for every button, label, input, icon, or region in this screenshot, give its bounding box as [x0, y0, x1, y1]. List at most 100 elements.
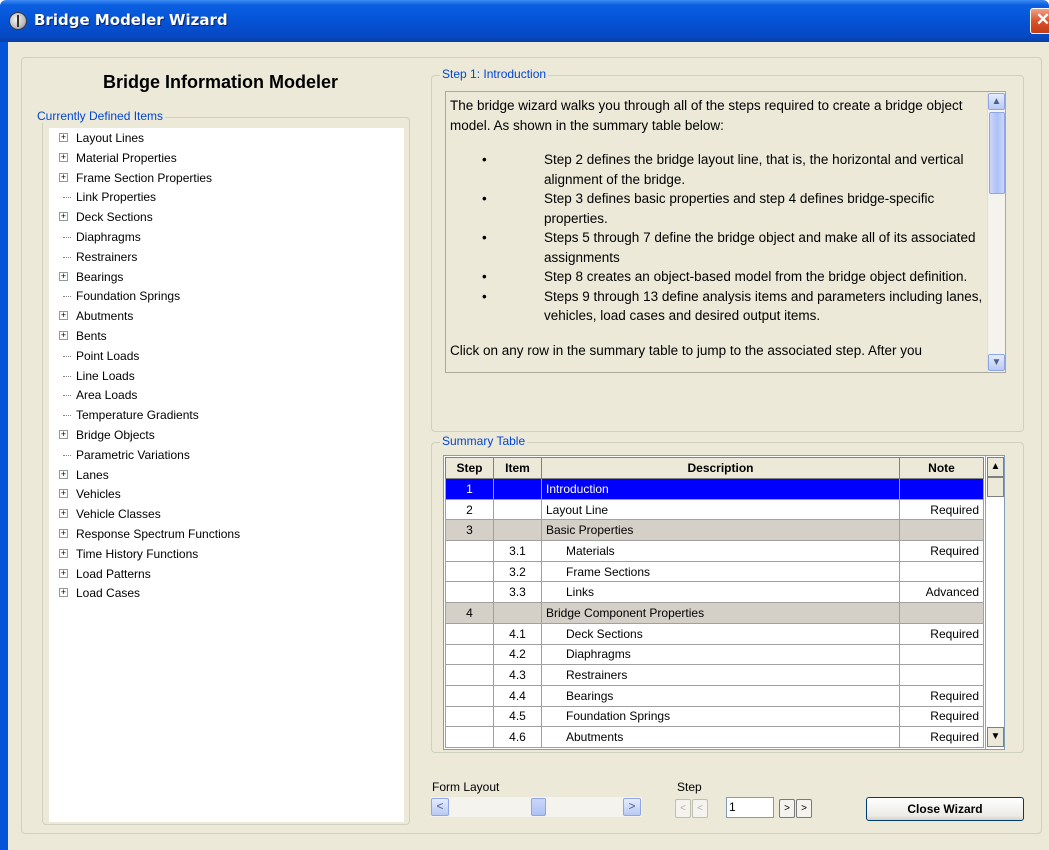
cell-note: Required: [899, 726, 984, 748]
tree-line: [63, 237, 71, 238]
table-row[interactable]: 3.1 Materials Required: [445, 540, 984, 562]
expand-icon[interactable]: +: [59, 133, 68, 142]
close-icon[interactable]: ✕: [1030, 8, 1049, 34]
tree-item-label: Lanes: [76, 467, 109, 482]
cell-note: [899, 560, 984, 583]
cell-note: [899, 478, 984, 500]
next-step-icon[interactable]: >: [779, 799, 795, 818]
window-title: Bridge Modeler Wizard: [34, 11, 228, 29]
table-row[interactable]: 3.3 Links Advanced: [445, 581, 984, 604]
table-row[interactable]: 4.5 Foundation Springs Required: [445, 705, 984, 728]
tree-item-label: Response Spectrum Functions: [76, 527, 241, 541]
expand-icon[interactable]: +: [59, 529, 68, 538]
cell-item: 4.5: [493, 705, 542, 728]
cell-description: Links: [541, 581, 900, 604]
tree-item-label: Material Properties: [76, 150, 177, 165]
expand-icon[interactable]: +: [59, 212, 68, 222]
expand-icon[interactable]: +: [59, 430, 68, 439]
table-row[interactable]: 3 Basic Properties: [445, 519, 984, 542]
table-row[interactable]: 4.2 Diaphragms: [445, 643, 984, 666]
expand-icon[interactable]: +: [59, 311, 68, 321]
items-tree[interactable]: + Layout Lines + Material Properties + Frame …: [49, 128, 404, 822]
summary-table-container: Step Item Description Note 1 Introduction…: [443, 455, 1005, 750]
tree-item-label: Load Cases: [76, 586, 141, 601]
col-item[interactable]: Item: [493, 457, 542, 479]
intro-bullet: Step 8 creates an object-based model fro…: [450, 267, 984, 287]
col-step[interactable]: Step: [445, 457, 494, 479]
cell-description: Restrainers: [541, 664, 900, 686]
cell-item: [493, 478, 542, 500]
tree-item-label: Restrainers: [76, 249, 138, 264]
intro-bullet: Step 3 defines basic properties and step…: [450, 189, 984, 228]
prev-step-icon[interactable]: <: [692, 799, 708, 818]
slider-right-icon[interactable]: >: [623, 798, 641, 816]
tree-line: [63, 454, 71, 456]
cell-step: [445, 643, 494, 666]
form-layout-slider[interactable]: < >: [431, 797, 642, 817]
col-note[interactable]: Note: [899, 457, 984, 479]
last-step-icon[interactable]: >: [796, 799, 812, 818]
table-row[interactable]: 4.1 Deck Sections Required: [445, 622, 984, 645]
expand-icon[interactable]: +: [59, 548, 68, 558]
tree-item-label: Vehicle Classes: [76, 507, 161, 522]
table-scroll-down-icon[interactable]: ▼: [987, 727, 1004, 747]
table-row[interactable]: 2 Layout Line Required: [445, 498, 984, 521]
table-row[interactable]: 4 Bridge Component Properties: [445, 602, 984, 624]
cell-description: Materials: [541, 540, 900, 562]
tree-item-label: Point Loads: [76, 348, 140, 363]
expand-icon[interactable]: +: [59, 489, 68, 499]
scroll-up-icon[interactable]: ▲: [988, 93, 1005, 110]
intro-bullets: Step 2 defines the bridge layout line, t…: [450, 150, 984, 326]
table-scroll-up-icon[interactable]: ▲: [987, 457, 1004, 477]
expand-icon[interactable]: +: [59, 331, 68, 340]
close-wizard-button[interactable]: Close Wizard: [866, 797, 1024, 821]
table-row[interactable]: 4.3 Restrainers: [445, 664, 984, 686]
cell-item: 4.2: [493, 643, 542, 666]
step-number-input[interactable]: 1: [726, 797, 774, 818]
cell-step: [445, 726, 494, 748]
table-row[interactable]: 3.2 Frame Sections: [445, 560, 984, 583]
cell-note: [899, 664, 984, 686]
form-layout-label: Form Layout: [432, 780, 500, 794]
slider-thumb[interactable]: [531, 798, 546, 816]
tree-item-label: Bridge Objects: [76, 428, 155, 442]
cell-description: Foundation Springs: [541, 705, 900, 728]
tree-item-label: Bearings: [76, 269, 124, 284]
table-scroll-thumb[interactable]: [987, 477, 1004, 497]
expand-icon[interactable]: +: [59, 568, 68, 578]
first-step-icon[interactable]: <: [675, 799, 691, 818]
expand-icon[interactable]: +: [59, 152, 68, 162]
tree-line: [63, 355, 71, 357]
table-row[interactable]: 1 Introduction: [445, 478, 984, 500]
expand-icon[interactable]: +: [59, 172, 68, 182]
slider-left-icon[interactable]: <: [431, 798, 449, 816]
expand-icon[interactable]: +: [59, 588, 68, 598]
intro-tail: Click on any row in the summary table to…: [450, 342, 922, 358]
cell-step: [445, 560, 494, 583]
expand-icon[interactable]: +: [59, 509, 68, 519]
intro-text-box[interactable]: The bridge wizard walks you through all …: [445, 91, 1006, 373]
tree-item-label: Bents: [76, 329, 107, 343]
expand-icon[interactable]: +: [59, 271, 68, 281]
table-scrollbar[interactable]: ▲ ▼: [985, 456, 1004, 749]
scroll-down-icon[interactable]: ▼: [988, 354, 1005, 371]
table-row[interactable]: 4.6 Abutments Required: [445, 726, 984, 748]
tree-line: [63, 415, 71, 417]
intro-paragraph: The bridge wizard walks you through all …: [450, 98, 963, 133]
cell-step: 4: [445, 602, 494, 624]
tree-line: [63, 395, 71, 397]
cell-step: [445, 684, 494, 707]
tree-item-label: Layout Lines: [76, 131, 145, 145]
cell-note: Required: [899, 498, 984, 521]
intro-scrollbar[interactable]: ▲ ▼: [987, 92, 1005, 372]
col-description[interactable]: Description: [541, 457, 900, 479]
summary-table[interactable]: Step Item Description Note 1 Introduction…: [445, 457, 984, 748]
cell-description: Diaphragms: [541, 643, 900, 666]
cell-step: [445, 705, 494, 728]
tree-item-label: Parametric Variations: [76, 447, 190, 462]
table-row[interactable]: 4.4 Bearings Required: [445, 684, 984, 707]
expand-icon[interactable]: +: [59, 469, 68, 479]
cell-item: 3.3: [493, 581, 542, 604]
intro-bullet: Steps 5 through 7 define the bridge obje…: [450, 228, 984, 267]
scroll-thumb[interactable]: [989, 112, 1005, 194]
